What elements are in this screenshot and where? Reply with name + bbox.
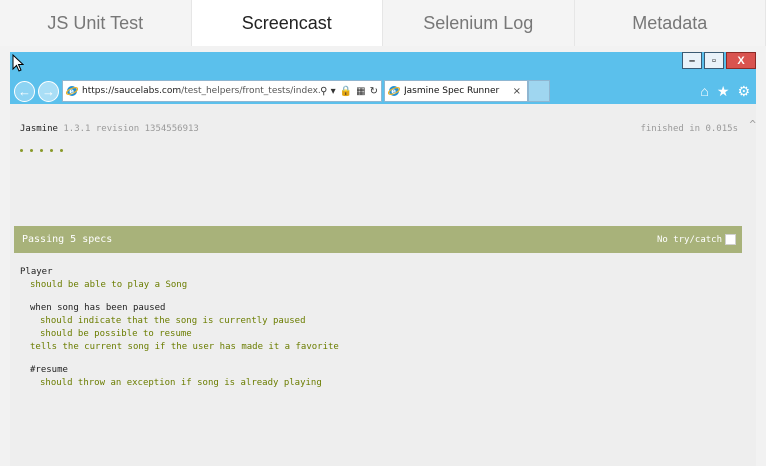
spec-item[interactable]: should indicate that the song is current… <box>20 315 339 328</box>
close-window-button[interactable]: X <box>726 52 756 69</box>
browser-right-icons: ⌂ ★ ⚙ <box>700 83 750 100</box>
svg-text:e: e <box>69 88 74 96</box>
spec-pass-dot <box>30 149 33 152</box>
try-catch-toggle[interactable]: No try/catch <box>657 234 736 245</box>
browser-toolbar: – ▫ X ← → e https://saucelabs.com/test_h… <box>10 52 756 104</box>
jasmine-page: Jasmine 1.3.1 revision 1354556913 finish… <box>10 104 756 466</box>
framework-name: Jasmine <box>20 124 58 134</box>
try-catch-label: No try/catch <box>656 234 722 245</box>
spec-dots <box>20 149 63 152</box>
browser-tab-title: Jasmine Spec Runner <box>404 86 500 96</box>
forward-button[interactable]: → <box>38 81 59 102</box>
home-icon[interactable]: ⌂ <box>700 83 708 100</box>
address-tools: ⚲ ▾ 🔒 ▦ ↻ <box>320 86 378 97</box>
finished-time: finished in 0.015s <box>640 124 738 134</box>
address-bar[interactable]: e https://saucelabs.com/test_helpers/fro… <box>62 80 382 102</box>
arrow-left-icon: ← <box>18 84 31 99</box>
try-catch-checkbox[interactable] <box>725 234 736 245</box>
browser-tab[interactable]: e Jasmine Spec Runner × <box>384 80 528 102</box>
screencast-frame: – ▫ X ← → e https://saucelabs.com/test_h… <box>10 52 756 466</box>
favorites-star-icon[interactable]: ★ <box>717 83 730 100</box>
compat-view-icon[interactable]: ▦ <box>356 86 365 97</box>
spec-pass-dot <box>50 149 53 152</box>
spec-pass-dot <box>60 149 63 152</box>
tab-screencast[interactable]: Screencast <box>191 0 383 46</box>
framework-version: 1.3.1 revision 1354556913 <box>63 124 199 134</box>
mouse-cursor-icon <box>12 54 24 72</box>
passing-summary-bar: Passing 5 specs No try/catch <box>14 226 742 253</box>
new-tab-button[interactable] <box>528 80 550 102</box>
search-dropdown-icon[interactable]: ⚲ ▾ <box>320 86 336 97</box>
spec-item[interactable]: tells the current song if the user has m… <box>20 341 339 354</box>
refresh-icon[interactable]: ↻ <box>370 86 378 97</box>
lock-icon[interactable]: 🔒 <box>340 86 352 97</box>
tab-js-unit-test[interactable]: JS Unit Test <box>0 0 192 46</box>
spec-item[interactable]: should be able to play a Song <box>20 279 339 292</box>
back-button[interactable]: ← <box>14 81 35 102</box>
spec-item[interactable]: should be possible to resume <box>20 328 339 341</box>
scroll-up-chevron-icon[interactable]: ^ <box>749 118 756 131</box>
spec-item[interactable]: should throw an exception if song is alr… <box>20 377 339 390</box>
tab-metadata[interactable]: Metadata <box>574 0 766 46</box>
address-url: https://saucelabs.com/test_helpers/front… <box>82 86 320 96</box>
arrow-right-icon: → <box>42 84 55 99</box>
ie-logo-icon: e <box>66 86 78 96</box>
spec-pass-dot <box>40 149 43 152</box>
top-tabs: JS Unit Test Screencast Selenium Log Met… <box>0 0 766 46</box>
suite-title: #resume <box>30 365 68 375</box>
close-tab-icon[interactable]: × <box>513 86 521 97</box>
settings-gear-icon[interactable]: ⚙ <box>737 83 750 100</box>
tab-selenium-log[interactable]: Selenium Log <box>383 0 575 46</box>
ie-tab-icon: e <box>388 86 400 96</box>
restore-button[interactable]: ▫ <box>704 52 724 69</box>
spec-list: Player should be able to play a Song whe… <box>20 266 339 390</box>
passing-summary: Passing 5 specs <box>22 234 113 245</box>
spec-pass-dot <box>20 149 23 152</box>
suite-title: Player <box>20 267 53 277</box>
svg-text:e: e <box>391 88 396 96</box>
suite-title: when song has been paused <box>30 303 166 313</box>
minimize-button[interactable]: – <box>682 52 702 69</box>
jasmine-banner: Jasmine 1.3.1 revision 1354556913 <box>20 124 199 134</box>
window-controls: – ▫ X <box>680 52 756 69</box>
